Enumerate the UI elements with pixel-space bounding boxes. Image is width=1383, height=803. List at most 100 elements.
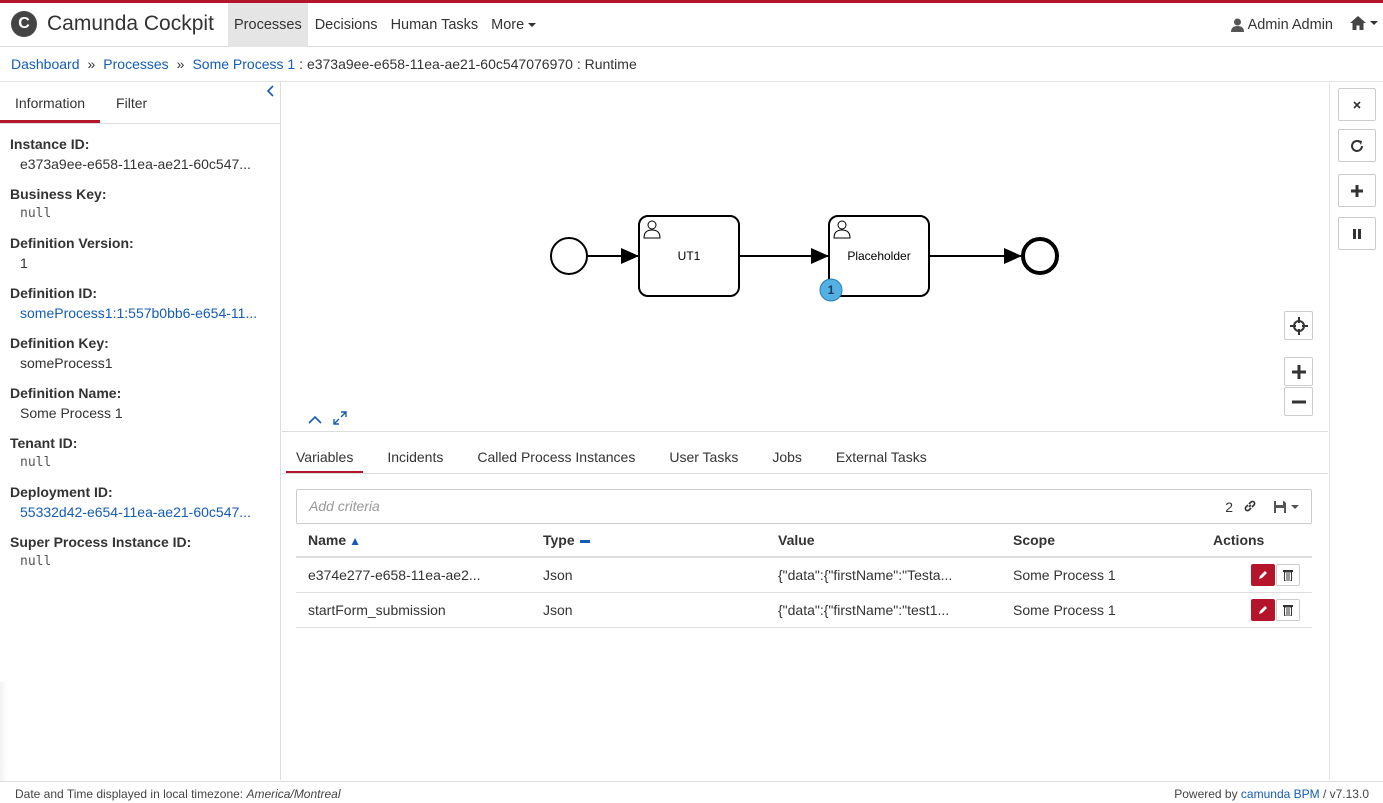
column-name-label: Name	[308, 532, 347, 548]
column-actions: Actions	[1201, 524, 1312, 558]
collapse-diagram-button[interactable]	[308, 412, 322, 428]
column-scope: Scope	[1001, 524, 1201, 558]
top-navbar: C Camunda Cockpit Processes Decisions Hu…	[0, 0, 1383, 47]
tab-user-tasks[interactable]: User Tasks	[659, 440, 748, 473]
nav-decisions[interactable]: Decisions	[309, 3, 384, 47]
variable-value-link[interactable]: {"data":{"firstName":"test1...	[766, 592, 1001, 628]
reset-zoom-button[interactable]	[1284, 311, 1313, 340]
retry-button[interactable]	[1338, 129, 1376, 162]
close-icon	[1353, 100, 1361, 109]
tab-called-process-instances[interactable]: Called Process Instances	[467, 440, 645, 473]
column-type-label: Type	[543, 532, 575, 548]
main-nav: Processes Decisions Human Tasks More	[228, 3, 543, 47]
trash-icon	[1283, 569, 1293, 581]
user-menu[interactable]: Admin Admin	[1230, 17, 1333, 33]
camunda-logo-icon: C	[11, 11, 37, 37]
suspend-button[interactable]	[1338, 217, 1376, 250]
add-variable-button[interactable]	[1338, 174, 1376, 207]
zoom-in-button[interactable]	[1284, 357, 1313, 386]
edit-variable-button[interactable]	[1251, 598, 1276, 621]
link-icon[interactable]	[1243, 499, 1257, 516]
plus-icon	[1351, 184, 1363, 197]
breadcrumb-process[interactable]: Some Process 1	[192, 56, 295, 72]
table-row: e374e277-e658-11ea-ae2... Json {"data":{…	[296, 557, 1312, 593]
search-criteria-box[interactable]: Add criteria 2	[296, 489, 1312, 524]
sidebar: Information Filter Instance ID: e373a9ee…	[0, 82, 281, 803]
row-actions	[1201, 592, 1312, 628]
variable-type: Json	[531, 557, 766, 593]
tab-variables[interactable]: Variables	[286, 440, 364, 473]
definition-id-link[interactable]: someProcess1:1:557b0bb6-e654-11...	[20, 305, 270, 321]
variable-scope-link[interactable]: Some Process 1	[1001, 592, 1201, 628]
instance-count-badge[interactable]: 1	[819, 278, 843, 302]
tab-filter[interactable]: Filter	[100, 82, 162, 123]
instance-id-value: e373a9ee-e658-11ea-ae21-60c547...	[20, 156, 251, 172]
deployment-id-link[interactable]: 55332d42-e654-11ea-ae21-60c547...	[20, 504, 270, 520]
info-label: Definition Name:	[10, 385, 122, 401]
variables-table: Name ▲ Type Value Scope Actions e374e277-…	[296, 524, 1312, 628]
cancel-instance-button[interactable]	[1338, 88, 1376, 121]
timezone-prefix: Date and Time displayed in local timezon…	[15, 787, 247, 801]
plus-icon	[1291, 364, 1306, 379]
brand[interactable]: C Camunda Cockpit	[11, 11, 214, 37]
sort-none-icon	[579, 539, 590, 543]
footer: Date and Time displayed in local timezon…	[0, 781, 1383, 803]
detail-tabs: Variables Incidents Called Process Insta…	[282, 440, 1328, 474]
brand-name: Camunda Cockpit	[47, 12, 214, 35]
home-menu[interactable]	[1350, 16, 1378, 30]
maximize-diagram-button[interactable]	[333, 411, 347, 428]
sort-ascending-icon: ▲	[349, 534, 362, 548]
info-label: Business Key:	[10, 186, 107, 202]
table-row: startForm_submission Json {"data":{"firs…	[296, 592, 1312, 628]
task-ut1-label: UT1	[678, 249, 701, 263]
task-placeholder[interactable]: Placeholder	[828, 215, 930, 297]
column-type[interactable]: Type	[531, 524, 766, 558]
delete-variable-button[interactable]	[1276, 563, 1300, 586]
process-diagram[interactable]: UT1 Placeholder 1	[282, 82, 1328, 432]
nav-more[interactable]: More	[485, 3, 542, 47]
info-label: Deployment ID:	[10, 484, 113, 500]
save-search-menu[interactable]	[1273, 500, 1299, 514]
sidebar-tabs: Information Filter	[0, 82, 280, 124]
chevron-up-icon	[308, 415, 322, 424]
breadcrumb-current: : e373a9ee-e658-11ea-ae21-60c547076970 :…	[299, 56, 637, 72]
user-name: Admin Admin	[1247, 17, 1333, 33]
variable-value-link[interactable]: {"data":{"firstName":"Testa...	[766, 557, 1001, 593]
collapse-sidebar-icon[interactable]	[266, 84, 274, 100]
row-actions	[1201, 557, 1312, 593]
column-name[interactable]: Name ▲	[296, 524, 531, 558]
expand-icon	[333, 411, 347, 425]
badge-count: 1	[828, 283, 835, 297]
nav-processes[interactable]: Processes	[228, 3, 308, 47]
pencil-icon	[1259, 570, 1268, 579]
info-label: Super Process Instance ID:	[10, 534, 192, 550]
zoom-out-button[interactable]	[1284, 387, 1313, 416]
search-input[interactable]: Add criteria	[309, 498, 380, 514]
camunda-link[interactable]: camunda BPM	[1241, 787, 1320, 801]
timezone-value: America/Montreal	[246, 787, 341, 801]
variable-scope-link[interactable]: Some Process 1	[1001, 557, 1201, 593]
table-header-row: Name ▲ Type Value Scope Actions	[296, 524, 1312, 558]
tab-jobs[interactable]: Jobs	[762, 440, 812, 473]
breadcrumb-processes[interactable]: Processes	[103, 56, 168, 72]
pause-icon	[1353, 228, 1361, 239]
chevron-down-icon	[1370, 21, 1378, 25]
minus-icon	[1291, 400, 1306, 403]
end-event[interactable]	[1021, 237, 1059, 275]
info-label: Definition ID:	[10, 285, 98, 301]
trash-icon	[1283, 604, 1293, 616]
delete-variable-button[interactable]	[1276, 598, 1300, 621]
pencil-icon	[1259, 605, 1268, 614]
tab-information[interactable]: Information	[0, 82, 101, 123]
tab-incidents[interactable]: Incidents	[377, 440, 453, 473]
task-ut1[interactable]: UT1	[638, 215, 740, 297]
start-event[interactable]	[550, 237, 588, 275]
tab-external-tasks[interactable]: External Tasks	[826, 440, 937, 473]
variable-type: Json	[531, 592, 766, 628]
info-label: Tenant ID:	[10, 435, 78, 451]
super-process-instance-id-value: null	[20, 554, 52, 569]
powered-by: Powered by camunda BPM / v7.13.0	[1174, 787, 1369, 801]
nav-human-tasks[interactable]: Human Tasks	[385, 3, 485, 47]
edit-variable-button[interactable]	[1251, 563, 1276, 586]
breadcrumb-dashboard[interactable]: Dashboard	[11, 56, 80, 72]
